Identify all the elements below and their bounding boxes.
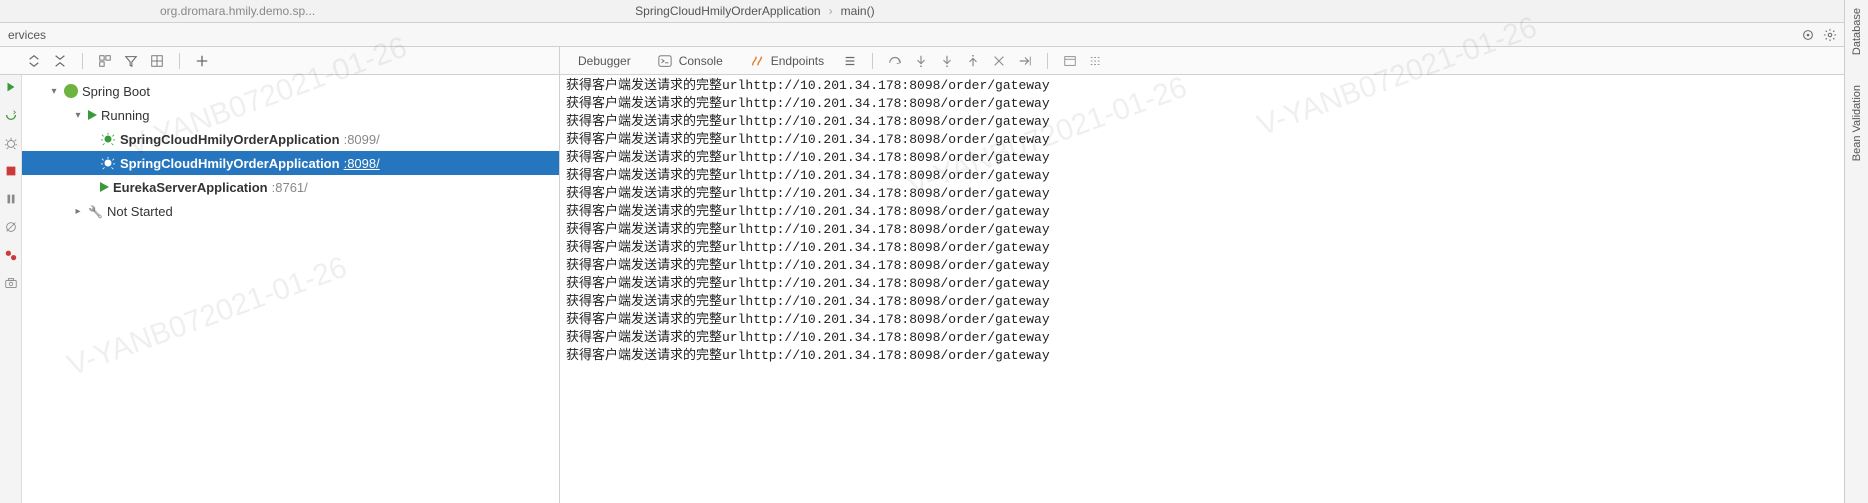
- wrench-icon: [88, 204, 103, 219]
- stop-icon[interactable]: [3, 163, 19, 179]
- package-path: org.dromara.hmily.demo.sp...: [160, 4, 315, 18]
- console-line: 获得客户端发送请求的完整urlhttp://10.201.34.178:8098…: [566, 239, 1840, 257]
- bug-run-icon: [100, 131, 116, 147]
- panel-header: ervices: [0, 23, 1868, 47]
- run-icon[interactable]: [3, 107, 19, 123]
- services-tree[interactable]: ▾ Spring Boot ▾ Running SpringCloudHmily…: [22, 75, 560, 503]
- app-port[interactable]: :8098/: [344, 156, 380, 171]
- console-line: 获得客户端发送请求的完整urlhttp://10.201.34.178:8098…: [566, 77, 1840, 95]
- tree-label: Running: [101, 108, 149, 123]
- mute-breakpoints-icon[interactable]: [3, 219, 19, 235]
- drop-frame-icon[interactable]: [991, 53, 1007, 69]
- console-output[interactable]: 获得客户端发送请求的完整urlhttp://10.201.34.178:8098…: [560, 75, 1846, 503]
- play-icon: [100, 182, 109, 192]
- app-name: EurekaServerApplication: [113, 180, 268, 195]
- console-line: 获得客户端发送请求的完整urlhttp://10.201.34.178:8098…: [566, 347, 1840, 365]
- chevron-right-icon: ›: [829, 4, 833, 18]
- endpoints-icon: [749, 53, 765, 69]
- console-line: 获得客户端发送请求的完整urlhttp://10.201.34.178:8098…: [566, 167, 1840, 185]
- app-port[interactable]: :8099/: [344, 132, 380, 147]
- panel-title: ervices: [8, 28, 46, 42]
- chevron-down-icon[interactable]: ▾: [48, 85, 60, 97]
- tree-label: Not Started: [107, 204, 173, 219]
- tab-label: Endpoints: [771, 54, 824, 68]
- bug-run-icon: [100, 155, 116, 171]
- grid-icon[interactable]: [149, 53, 165, 69]
- play-icon: [88, 110, 97, 120]
- tree-app-item-selected[interactable]: SpringCloudHmilyOrderApplication :8098/: [22, 151, 559, 175]
- top-bar: org.dromara.hmily.demo.sp... SpringCloud…: [0, 0, 1868, 23]
- step-over-icon[interactable]: [887, 53, 903, 69]
- step-out-icon[interactable]: [965, 53, 981, 69]
- add-icon[interactable]: [194, 53, 210, 69]
- gear-icon[interactable]: [1822, 27, 1838, 43]
- console-line: 获得客户端发送请求的完整urlhttp://10.201.34.178:8098…: [566, 275, 1840, 293]
- step-into-icon[interactable]: [913, 53, 929, 69]
- app-name: SpringCloudHmilyOrderApplication: [120, 156, 340, 171]
- collapse-all-icon[interactable]: [52, 53, 68, 69]
- tab-label: Debugger: [578, 54, 631, 68]
- chevron-down-icon[interactable]: ▾: [72, 109, 84, 121]
- camera-icon[interactable]: [3, 275, 19, 291]
- pause-icon[interactable]: [3, 191, 19, 207]
- chevron-right-icon[interactable]: ▸: [72, 205, 84, 217]
- filter-icon[interactable]: [123, 53, 139, 69]
- list-icon[interactable]: [842, 53, 858, 69]
- tree-running-group[interactable]: ▾ Running: [22, 103, 559, 127]
- console-line: 获得客户端发送请求的完整urlhttp://10.201.34.178:8098…: [566, 257, 1840, 275]
- tab-console[interactable]: Console: [649, 47, 731, 74]
- tree-label: Spring Boot: [82, 84, 150, 99]
- console-line: 获得客户端发送请求的完整urlhttp://10.201.34.178:8098…: [566, 95, 1840, 113]
- console-icon: [657, 53, 673, 69]
- tab-debugger[interactable]: Debugger: [570, 47, 639, 74]
- toolbar: Debugger Console Endpoints: [0, 47, 1868, 75]
- tree-app-item[interactable]: EurekaServerApplication :8761/: [22, 175, 559, 199]
- tree-app-item[interactable]: SpringCloudHmilyOrderApplication :8099/: [22, 127, 559, 151]
- target-icon[interactable]: [1800, 27, 1816, 43]
- breakpoints-icon[interactable]: [3, 247, 19, 263]
- spring-icon: [64, 84, 78, 98]
- console-line: 获得客户端发送请求的完整urlhttp://10.201.34.178:8098…: [566, 311, 1840, 329]
- console-line: 获得客户端发送请求的完整urlhttp://10.201.34.178:8098…: [566, 149, 1840, 167]
- main-area: ▾ Spring Boot ▾ Running SpringCloudHmily…: [0, 75, 1868, 503]
- console-line: 获得客户端发送请求的完整urlhttp://10.201.34.178:8098…: [566, 203, 1840, 221]
- left-gutter: [0, 75, 22, 503]
- tab-endpoints[interactable]: Endpoints: [741, 47, 832, 74]
- console-line: 获得客户端发送请求的完整urlhttp://10.201.34.178:8098…: [566, 185, 1840, 203]
- app-name: SpringCloudHmilyOrderApplication: [120, 132, 340, 147]
- app-port[interactable]: :8761/: [272, 180, 308, 195]
- evaluate-icon[interactable]: [1062, 53, 1078, 69]
- tree-root[interactable]: ▾ Spring Boot: [22, 79, 559, 103]
- tab-database[interactable]: Database: [1851, 8, 1863, 55]
- run-to-cursor-icon[interactable]: [1017, 53, 1033, 69]
- debug-icon[interactable]: [3, 135, 19, 151]
- breadcrumb-item[interactable]: main(): [841, 4, 875, 18]
- console-line: 获得客户端发送请求的完整urlhttp://10.201.34.178:8098…: [566, 329, 1840, 347]
- console-line: 获得客户端发送请求的完整urlhttp://10.201.34.178:8098…: [566, 293, 1840, 311]
- console-line: 获得客户端发送请求的完整urlhttp://10.201.34.178:8098…: [566, 131, 1840, 149]
- tab-bean-validation[interactable]: Bean Validation: [1851, 85, 1863, 161]
- rerun-icon[interactable]: [3, 79, 19, 95]
- console-line: 获得客户端发送请求的完整urlhttp://10.201.34.178:8098…: [566, 113, 1840, 131]
- trace-icon[interactable]: [1088, 53, 1104, 69]
- breadcrumb-item[interactable]: SpringCloudHmilyOrderApplication: [635, 4, 820, 18]
- tree-notstarted-group[interactable]: ▸ Not Started: [22, 199, 559, 223]
- right-tool-tabs: Database Bean Validation: [1844, 0, 1868, 503]
- expand-all-icon[interactable]: [26, 53, 42, 69]
- layout-icon[interactable]: [97, 53, 113, 69]
- breadcrumb: SpringCloudHmilyOrderApplication › main(…: [635, 4, 874, 18]
- force-step-into-icon[interactable]: [939, 53, 955, 69]
- tab-label: Console: [679, 54, 723, 68]
- console-line: 获得客户端发送请求的完整urlhttp://10.201.34.178:8098…: [566, 221, 1840, 239]
